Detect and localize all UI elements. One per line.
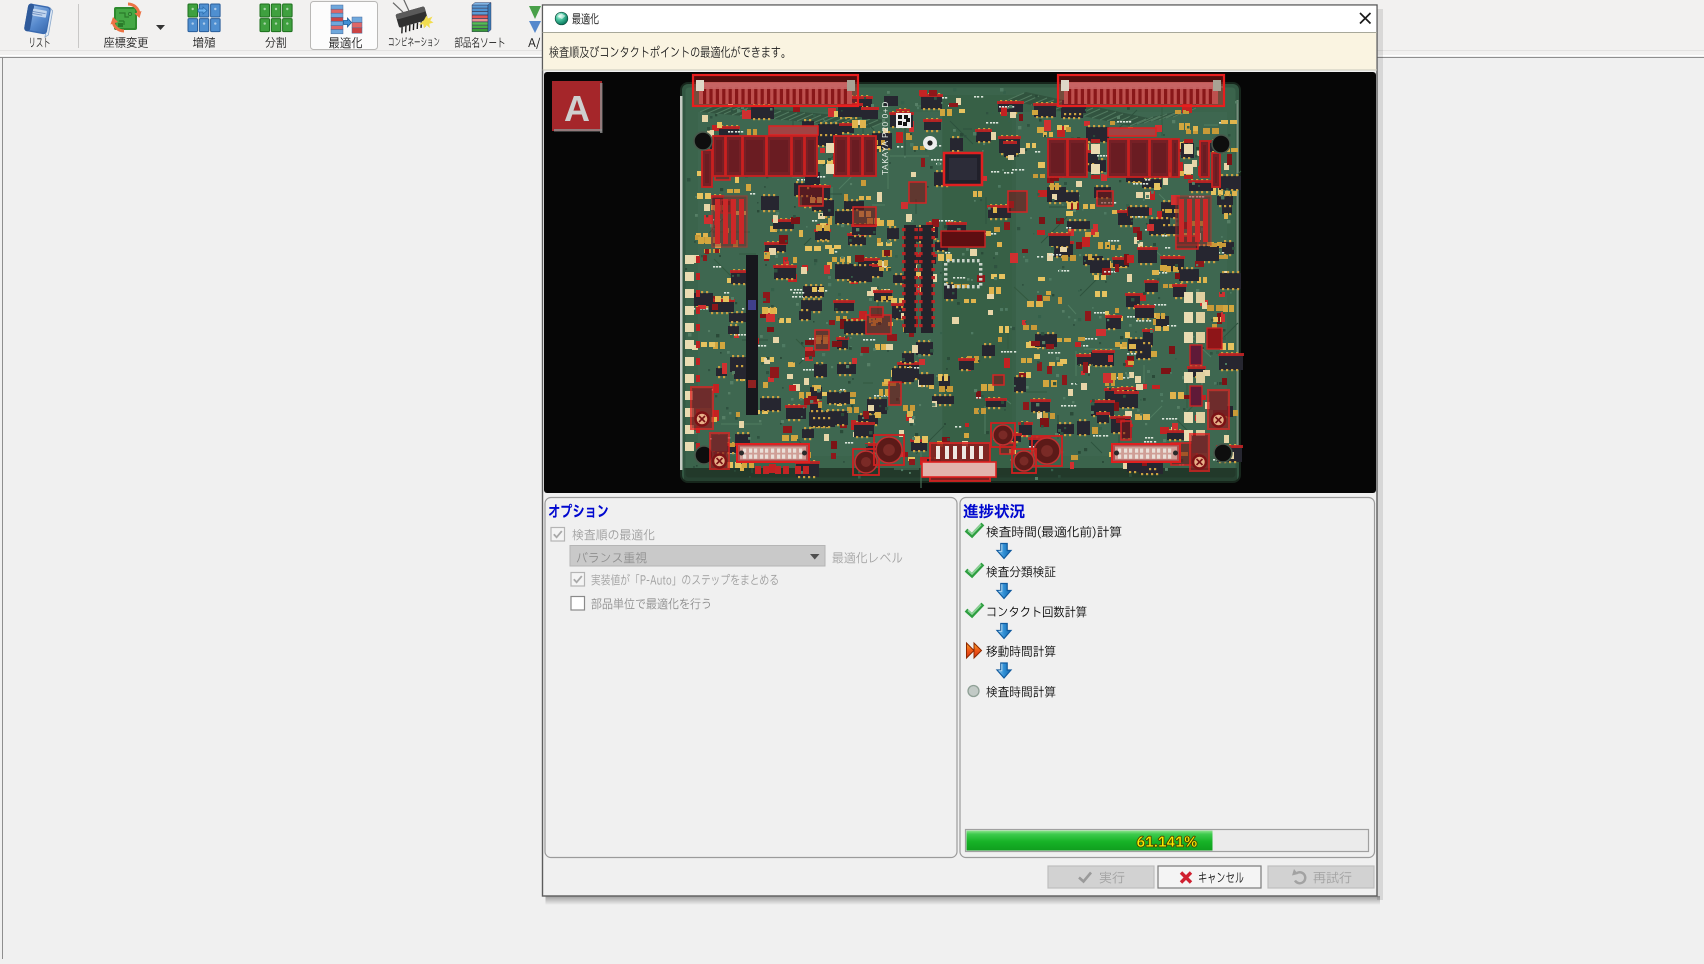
svg-text:A: A — [564, 88, 590, 129]
svg-text:TAKAYA P20 0+D: TAKAYA P20 0+D — [880, 101, 890, 175]
